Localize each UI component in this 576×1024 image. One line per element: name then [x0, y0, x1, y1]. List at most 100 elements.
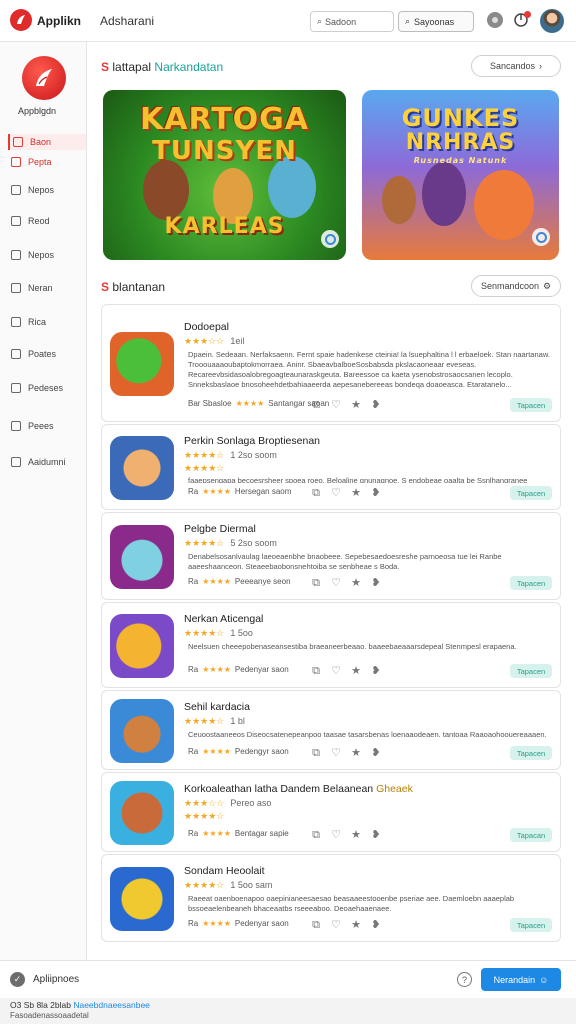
- share-icon[interactable]: ⧉: [310, 665, 322, 677]
- heart-icon[interactable]: ❥: [370, 399, 382, 411]
- star-icon[interactable]: ★: [350, 487, 362, 499]
- like-icon[interactable]: ♡: [330, 399, 342, 411]
- heart-icon[interactable]: ❥: [370, 577, 382, 589]
- help-icon[interactable]: ?: [457, 972, 472, 987]
- star-icon[interactable]: ★: [350, 577, 362, 589]
- app-icon[interactable]: [110, 614, 174, 678]
- sidebar-item[interactable]: Nepos: [8, 182, 86, 198]
- bottom-link[interactable]: Naeebdnaeesanbee: [73, 1000, 150, 1010]
- check-icon[interactable]: ✓: [10, 972, 25, 987]
- app-name[interactable]: Dodoepal: [184, 321, 229, 333]
- list-view-all-button[interactable]: Senmandcoon ⚙: [471, 275, 561, 297]
- sidebar-item[interactable]: Poates: [8, 346, 86, 362]
- app-card[interactable]: Perkin Sonlaga Broptiesenan ★★★★☆ 1 2so s…: [101, 424, 561, 510]
- like-icon[interactable]: ♡: [330, 577, 342, 589]
- app-card[interactable]: Sehil kardacia ★★★★☆ 1 bl Ceuoostaaneeos D…: [101, 690, 561, 770]
- heart-icon[interactable]: ❥: [370, 919, 382, 931]
- app-card[interactable]: Sondam Heoolait ★★★★☆ 1 5oo sam Raeeat oae…: [101, 854, 561, 942]
- install-button[interactable]: Tapacen: [510, 398, 552, 412]
- secondary-rating: ★★★★☆: [184, 463, 224, 474]
- like-icon[interactable]: ♡: [330, 829, 342, 841]
- app-name[interactable]: Sondam Heoolait: [184, 865, 265, 877]
- star-icon[interactable]: ★: [350, 829, 362, 841]
- settings-icon[interactable]: [487, 12, 503, 28]
- rating-count: 1 bl: [230, 716, 245, 726]
- search-icon: ⌕: [317, 16, 323, 26]
- play-badge-icon[interactable]: [321, 230, 339, 248]
- share-icon[interactable]: ⧉: [310, 577, 322, 589]
- sidebar: Appblgdn Baon Pepta Nepos Reod Nepos Neran Ric…: [0, 42, 87, 960]
- like-icon[interactable]: ♡: [330, 747, 342, 759]
- card-actions: ⧉ ♡ ★ ❥: [310, 577, 382, 589]
- star-icon[interactable]: ★: [350, 399, 362, 411]
- footer-cta-button[interactable]: Nerandain ☺: [481, 968, 561, 991]
- app-meta-label: Ra: [188, 577, 199, 586]
- sidebar-item[interactable]: Reod: [8, 213, 86, 229]
- app-icon[interactable]: [110, 781, 174, 845]
- share-icon[interactable]: ⧉: [310, 747, 322, 759]
- app-card[interactable]: Nerkan Aticengal ★★★★☆ 1 5oo Neelsuen chee…: [101, 602, 561, 688]
- featured-banner-1[interactable]: KARTOGA TUNSYEN KARLEAS: [103, 90, 346, 260]
- brand-name: Applikn: [37, 14, 81, 28]
- install-button[interactable]: Tapacen: [510, 918, 552, 932]
- app-card[interactable]: Korkoaleathan latha Dandem Belaanean Ghe…: [101, 772, 561, 852]
- app-icon[interactable]: [110, 332, 174, 396]
- like-icon[interactable]: ♡: [330, 919, 342, 931]
- app-name[interactable]: Nerkan Aticengal: [184, 613, 263, 625]
- heart-icon[interactable]: ❥: [370, 829, 382, 841]
- bottom-line-2: Fasoadenassoaadetal: [10, 1011, 89, 1020]
- search-button[interactable]: ⌕ Sayoonas: [398, 11, 474, 32]
- star-rating-icon: ★★★★☆: [184, 538, 225, 548]
- heart-icon[interactable]: ❥: [370, 487, 382, 499]
- bottom-text: O3 Sb 8la 2blab: [10, 1000, 71, 1010]
- sidebar-item[interactable]: Neran: [8, 280, 86, 296]
- share-icon[interactable]: ⧉: [310, 919, 322, 931]
- share-icon[interactable]: ⧉: [310, 399, 322, 411]
- star-icon[interactable]: ★: [350, 665, 362, 677]
- app-meta: Ra ★★★★ Hersegan saom: [188, 487, 291, 496]
- sidebar-item[interactable]: Pepta: [8, 154, 86, 170]
- app-logo-icon[interactable]: [10, 9, 32, 31]
- app-name[interactable]: Korkoaleathan latha Dandem Belaanean Ghe…: [184, 783, 413, 795]
- sidebar-item[interactable]: Aaidumni: [8, 454, 86, 470]
- sidebar-item[interactable]: Rica: [8, 314, 86, 330]
- card-actions: ⧉ ♡ ★ ❥: [310, 487, 382, 499]
- star-rating-icon: ★★★★☆: [184, 811, 225, 821]
- app-icon[interactable]: [110, 436, 174, 500]
- share-icon[interactable]: ⧉: [310, 829, 322, 841]
- sidebar-item[interactable]: Pedeses: [8, 380, 86, 396]
- sidebar-logo-icon[interactable]: [22, 56, 66, 100]
- heart-icon[interactable]: ❥: [370, 665, 382, 677]
- like-icon[interactable]: ♡: [330, 665, 342, 677]
- star-icon[interactable]: ★: [350, 919, 362, 931]
- heart-icon[interactable]: ❥: [370, 747, 382, 759]
- app-card[interactable]: Pelgbe Diermal ★★★★☆ 5 2so soom Denabelsos…: [101, 512, 561, 600]
- share-icon[interactable]: ⧉: [310, 487, 322, 499]
- featured-banner-2[interactable]: GUNKES NRHRAS Rusnedas Natunk: [362, 90, 559, 260]
- sidebar-item[interactable]: Nepos: [8, 247, 86, 263]
- app-card[interactable]: Dodoepal ★★★☆☆ 1eil Dpaein. Sedeaan. Nerfa…: [101, 304, 561, 422]
- app-name[interactable]: Pelgbe Diermal: [184, 523, 256, 535]
- notification-bell-icon[interactable]: [513, 11, 531, 28]
- app-name[interactable]: Perkin Sonlaga Broptiesenan: [184, 435, 320, 447]
- avatar[interactable]: [540, 9, 564, 33]
- featured-view-all-button[interactable]: Sancandos ›: [471, 55, 561, 77]
- install-button[interactable]: Tapacen: [510, 486, 552, 500]
- like-icon[interactable]: ♡: [330, 487, 342, 499]
- install-button[interactable]: Tapacen: [510, 746, 552, 760]
- developer-name: Pedenyar saon: [234, 919, 289, 928]
- search-input[interactable]: ⌕ Sadoon: [310, 11, 394, 32]
- install-button[interactable]: Tapacen: [510, 576, 552, 590]
- install-button[interactable]: Tapacan: [510, 828, 552, 842]
- app-icon[interactable]: [110, 525, 174, 589]
- app-name[interactable]: Sehil kardacia: [184, 701, 250, 713]
- play-badge-icon[interactable]: [532, 228, 550, 246]
- app-icon[interactable]: [110, 867, 174, 931]
- sidebar-item[interactable]: Peees: [8, 418, 86, 434]
- app-icon[interactable]: [110, 699, 174, 763]
- card-actions: ⧉ ♡ ★ ❥: [310, 829, 382, 841]
- sidebar-item[interactable]: Baon: [8, 134, 86, 150]
- install-button[interactable]: Tapacen: [510, 664, 552, 678]
- app-name-text: Korkoaleathan latha Dandem Belaanean: [184, 783, 374, 795]
- star-icon[interactable]: ★: [350, 747, 362, 759]
